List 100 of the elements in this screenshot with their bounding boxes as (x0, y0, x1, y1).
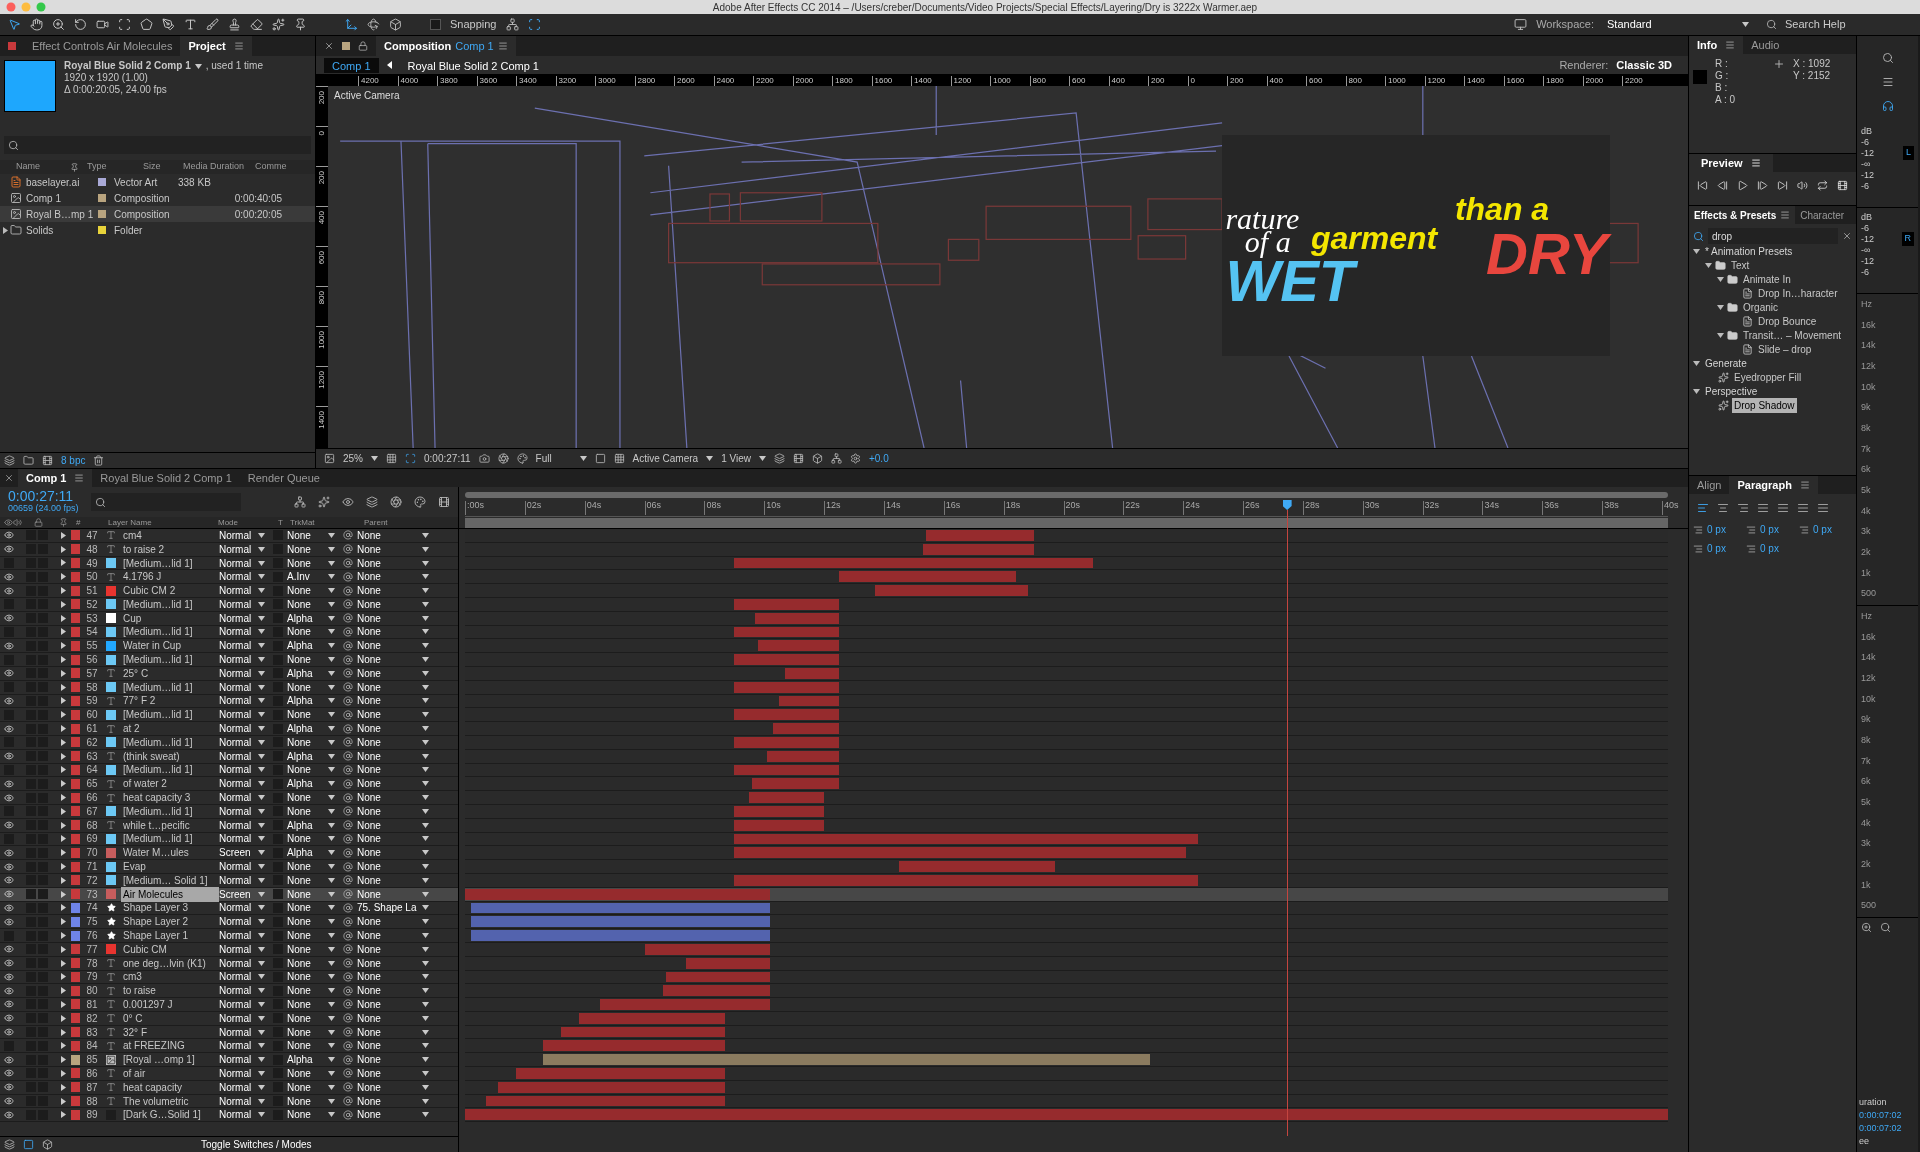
blend-mode[interactable]: Normal (219, 790, 252, 806)
caret-icon[interactable] (1742, 22, 1749, 27)
camera-icon[interactable] (96, 18, 109, 31)
label-swatch[interactable] (71, 778, 80, 789)
caret-icon[interactable] (422, 1043, 429, 1049)
caret-icon[interactable] (422, 615, 429, 621)
pen-icon[interactable] (162, 18, 175, 31)
label-swatch[interactable] (71, 737, 80, 748)
blend-mode[interactable]: Normal (219, 900, 252, 916)
caret-icon[interactable] (422, 1098, 429, 1104)
first-frame-icon[interactable] (1697, 180, 1709, 191)
caret-icon[interactable] (422, 933, 429, 938)
parent-layer[interactable]: None (357, 790, 381, 806)
caret-icon[interactable] (258, 615, 265, 621)
label-swatch[interactable] (71, 613, 80, 624)
folder-icon[interactable] (1727, 301, 1738, 313)
pickwhip-icon[interactable] (343, 792, 353, 803)
tree-item[interactable]: Animate In (1689, 272, 1856, 286)
parent-layer[interactable]: None (357, 983, 381, 999)
track-matte[interactable]: None (287, 555, 311, 571)
tree-item[interactable]: Generate (1689, 356, 1856, 370)
toggle-modes-button[interactable]: Toggle Switches / Modes (201, 1137, 312, 1152)
eye-icon[interactable] (4, 723, 14, 734)
layer-name[interactable]: of air (121, 1066, 219, 1081)
composition-icon[interactable] (10, 208, 22, 220)
layer-row[interactable]: 61 at 2 Normal Alpha None (0, 722, 458, 736)
caret-icon[interactable] (258, 836, 265, 842)
pickwhip-icon[interactable] (343, 626, 353, 637)
disclosure-triangle-icon[interactable] (1717, 331, 1724, 339)
folder-icon[interactable] (1727, 273, 1738, 285)
caret-icon[interactable] (258, 532, 265, 538)
caret-icon[interactable] (258, 988, 265, 994)
pickwhip-icon[interactable] (343, 1068, 353, 1079)
blend-mode[interactable]: Normal (219, 555, 252, 571)
caret-icon[interactable] (258, 560, 265, 566)
lock-icon[interactable] (358, 41, 368, 51)
layer-bar[interactable] (542, 1054, 1151, 1066)
panel-tab[interactable]: Composition Comp 1 (376, 36, 516, 56)
track-matte[interactable]: None (287, 941, 311, 957)
eye-icon[interactable] (4, 820, 14, 831)
layer-row[interactable]: 80 to raise Normal None None (0, 984, 458, 999)
caret-icon[interactable] (258, 946, 265, 952)
track-matte[interactable]: None (287, 997, 311, 1012)
parent-layer[interactable]: None (357, 941, 381, 957)
caret-icon[interactable] (328, 1015, 335, 1021)
caret-icon[interactable] (328, 1084, 335, 1090)
layer-name[interactable]: [Medium…lid 1] (121, 831, 219, 847)
caret-icon[interactable] (371, 456, 378, 461)
zoom-icon[interactable] (1861, 922, 1872, 933)
pickwhip-icon[interactable] (343, 971, 353, 982)
label-swatch[interactable] (71, 1068, 80, 1079)
label-swatch[interactable] (71, 1054, 80, 1065)
layer-row[interactable]: 65 of water 2 Normal Alpha None (0, 777, 458, 792)
eye-icon[interactable] (4, 902, 14, 913)
close-icon[interactable] (4, 473, 14, 483)
caret-icon[interactable] (422, 546, 429, 552)
parent-layer[interactable]: None (357, 665, 381, 681)
track-matte[interactable]: None (287, 527, 311, 543)
label-swatch[interactable] (71, 764, 80, 775)
trash-icon[interactable] (93, 455, 105, 466)
panel-tab[interactable]: Comp 1 (18, 469, 93, 487)
eye-icon[interactable] (4, 944, 14, 955)
blend-mode[interactable]: Normal (219, 1024, 252, 1040)
label-swatch[interactable] (71, 889, 80, 900)
caret-icon[interactable] (258, 933, 265, 938)
layer-name[interactable]: 32° F (121, 1024, 219, 1040)
caret-icon[interactable] (328, 1112, 335, 1118)
track-matte[interactable]: Alpha (287, 721, 313, 737)
caret-icon[interactable] (258, 643, 265, 649)
rotate-icon[interactable] (74, 18, 87, 31)
blend-mode[interactable]: Normal (219, 707, 252, 723)
hand-icon[interactable] (30, 18, 43, 31)
blend-mode[interactable]: Normal (219, 652, 252, 668)
layer-name[interactable]: 0.001297 J (121, 997, 219, 1012)
label-swatch[interactable] (71, 682, 80, 693)
stamp-icon[interactable] (228, 18, 241, 31)
preset-icon[interactable] (1742, 315, 1753, 327)
pickwhip-icon[interactable] (343, 889, 353, 900)
effect-icon[interactable] (1718, 399, 1729, 411)
caret-icon[interactable] (258, 919, 265, 925)
panel-menu-icon[interactable] (233, 41, 244, 51)
blend-mode[interactable]: Normal (219, 638, 252, 654)
eye-icon[interactable] (4, 971, 14, 982)
layer-name[interactable]: [Medium…lid 1] (121, 596, 219, 612)
tree-item[interactable]: Perspective (1689, 384, 1856, 398)
caret-icon[interactable] (422, 960, 429, 966)
eye-icon[interactable] (4, 1082, 14, 1093)
label-swatch[interactable] (71, 999, 80, 1010)
eye-icon[interactable] (4, 751, 14, 762)
pickwhip-icon[interactable] (343, 613, 353, 624)
eye-icon[interactable] (4, 861, 14, 872)
label-swatch[interactable] (71, 1013, 80, 1024)
layer-name[interactable]: Cubic CM (121, 941, 219, 957)
layer-name[interactable]: [Royal …omp 1] (121, 1052, 219, 1068)
pickwhip-icon[interactable] (343, 1013, 353, 1024)
blend-mode[interactable]: Normal (219, 969, 252, 985)
tree-item[interactable]: Text (1689, 258, 1856, 272)
layer-row[interactable]: 66 heat capacity 3 Normal None None (0, 791, 458, 805)
exposure-value[interactable]: +0.0 (868, 451, 889, 466)
eye-icon[interactable] (4, 1068, 14, 1079)
